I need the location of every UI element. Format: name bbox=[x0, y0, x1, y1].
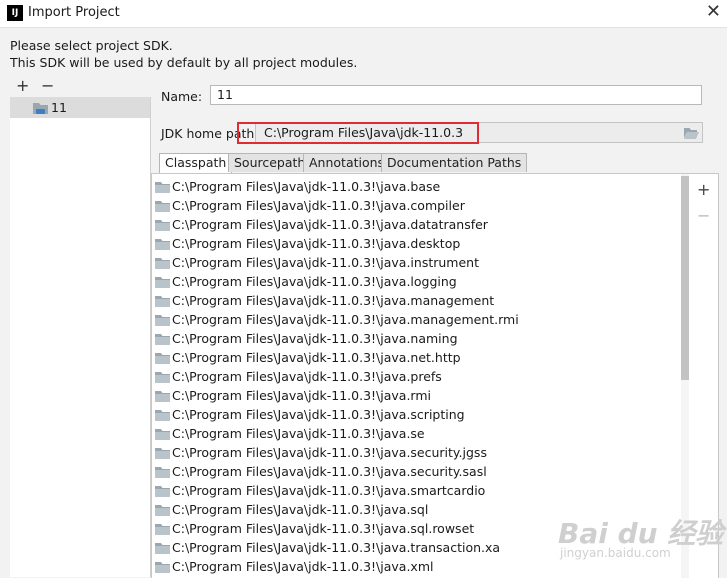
folder-icon bbox=[155, 315, 170, 326]
folder-icon bbox=[155, 220, 170, 231]
folder-icon bbox=[155, 334, 170, 345]
folder-icon bbox=[155, 505, 170, 516]
folder-icon bbox=[155, 524, 170, 535]
folder-icon bbox=[155, 277, 170, 288]
table-row[interactable]: C:\Program Files\Java\jdk-11.0.3!\java.d… bbox=[152, 215, 682, 234]
intro-text: Please select project SDK. This SDK will… bbox=[10, 37, 357, 71]
add-path-button[interactable]: + bbox=[697, 180, 710, 199]
path-label: C:\Program Files\Java\jdk-11.0.3!\java.r… bbox=[172, 388, 431, 403]
folder-icon bbox=[155, 543, 170, 554]
table-row[interactable]: C:\Program Files\Java\jdk-11.0.3!\java.n… bbox=[152, 348, 682, 367]
title-bar: IJ Import Project ✕ bbox=[0, 0, 727, 28]
path-label: C:\Program Files\Java\jdk-11.0.3!\java.n… bbox=[172, 331, 458, 346]
folder-icon bbox=[155, 448, 170, 459]
sdk-folder-icon bbox=[33, 103, 48, 114]
watermark-site: jingyan.baidu.com bbox=[560, 546, 671, 560]
folder-icon bbox=[155, 239, 170, 250]
intellij-logo-icon: IJ bbox=[7, 5, 23, 21]
path-label: C:\Program Files\Java\jdk-11.0.3!\java.m… bbox=[172, 293, 495, 308]
table-row[interactable]: C:\Program Files\Java\jdk-11.0.3!\java.b… bbox=[152, 177, 682, 196]
path-label: C:\Program Files\Java\jdk-11.0.3!\java.d… bbox=[172, 217, 488, 232]
folder-icon bbox=[155, 182, 170, 193]
intro-line-1: Please select project SDK. bbox=[10, 38, 173, 53]
path-label: C:\Program Files\Java\jdk-11.0.3!\java.b… bbox=[172, 179, 441, 194]
tab-classpath[interactable]: Classpath bbox=[159, 153, 233, 173]
table-row[interactable]: C:\Program Files\Java\jdk-11.0.3!\java.p… bbox=[152, 367, 682, 386]
path-label: C:\Program Files\Java\jdk-11.0.3!\java.m… bbox=[172, 312, 519, 327]
intro-line-2: This SDK will be used by default by all … bbox=[10, 55, 358, 70]
tab-annotations[interactable]: Annotations bbox=[303, 153, 391, 172]
folder-icon bbox=[155, 201, 170, 212]
path-label: C:\Program Files\Java\jdk-11.0.3!\java.l… bbox=[172, 274, 457, 289]
add-sdk-button[interactable]: + bbox=[16, 76, 29, 95]
folder-icon bbox=[155, 353, 170, 364]
remove-sdk-button[interactable]: − bbox=[41, 76, 54, 95]
folder-icon bbox=[155, 562, 170, 573]
path-label: C:\Program Files\Java\jdk-11.0.3!\java.t… bbox=[172, 540, 501, 555]
window-title: Import Project bbox=[28, 5, 120, 20]
path-label: C:\Program Files\Java\jdk-11.0.3!\java.c… bbox=[172, 198, 465, 213]
tab-documentation-paths[interactable]: Documentation Paths bbox=[381, 153, 528, 172]
highlight-box bbox=[237, 122, 479, 144]
path-label: C:\Program Files\Java\jdk-11.0.3!\java.s… bbox=[172, 426, 425, 441]
tab-sourcepath[interactable]: Sourcepath bbox=[228, 153, 312, 172]
name-label: Name: bbox=[161, 89, 203, 104]
folder-icon bbox=[155, 486, 170, 497]
path-label: C:\Program Files\Java\jdk-11.0.3!\java.s… bbox=[172, 483, 486, 498]
table-row[interactable]: C:\Program Files\Java\jdk-11.0.3!\java.m… bbox=[152, 291, 682, 310]
table-row[interactable]: C:\Program Files\Java\jdk-11.0.3!\java.i… bbox=[152, 253, 682, 272]
path-label: C:\Program Files\Java\jdk-11.0.3!\java.s… bbox=[172, 464, 487, 479]
table-row[interactable]: C:\Program Files\Java\jdk-11.0.3!\java.s… bbox=[152, 443, 682, 462]
table-row[interactable]: C:\Program Files\Java\jdk-11.0.3!\java.s… bbox=[152, 405, 682, 424]
sdk-list: 11 bbox=[10, 97, 151, 577]
folder-open-icon[interactable] bbox=[684, 127, 699, 139]
table-row[interactable]: C:\Program Files\Java\jdk-11.0.3!\java.s… bbox=[152, 462, 682, 481]
close-button[interactable]: ✕ bbox=[706, 1, 721, 22]
folder-icon bbox=[155, 258, 170, 269]
folder-icon bbox=[155, 467, 170, 478]
table-row[interactable]: C:\Program Files\Java\jdk-11.0.3!\java.d… bbox=[152, 234, 682, 253]
table-row[interactable]: C:\Program Files\Java\jdk-11.0.3!\java.n… bbox=[152, 329, 682, 348]
path-label: C:\Program Files\Java\jdk-11.0.3!\java.s… bbox=[172, 502, 429, 517]
table-row[interactable]: C:\Program Files\Java\jdk-11.0.3!\java.s… bbox=[152, 424, 682, 443]
path-label: C:\Program Files\Java\jdk-11.0.3!\java.x… bbox=[172, 559, 434, 574]
path-label: C:\Program Files\Java\jdk-11.0.3!\java.s… bbox=[172, 445, 487, 460]
remove-path-button[interactable]: − bbox=[697, 206, 710, 225]
sdk-item-label: 11 bbox=[51, 100, 67, 115]
folder-icon bbox=[155, 391, 170, 402]
path-label: C:\Program Files\Java\jdk-11.0.3!\java.i… bbox=[172, 255, 479, 270]
table-row[interactable]: C:\Program Files\Java\jdk-11.0.3!\java.s… bbox=[152, 481, 682, 500]
table-row[interactable]: C:\Program Files\Java\jdk-11.0.3!\java.m… bbox=[152, 310, 682, 329]
path-label: C:\Program Files\Java\jdk-11.0.3!\java.p… bbox=[172, 369, 442, 384]
sdk-list-item[interactable]: 11 bbox=[10, 97, 150, 118]
folder-icon bbox=[155, 372, 170, 383]
path-label: C:\Program Files\Java\jdk-11.0.3!\java.d… bbox=[172, 236, 461, 251]
folder-icon bbox=[155, 296, 170, 307]
folder-icon bbox=[155, 429, 170, 440]
name-input[interactable]: 11 bbox=[210, 85, 702, 105]
scrollbar-thumb[interactable] bbox=[681, 176, 689, 380]
table-row[interactable]: C:\Program Files\Java\jdk-11.0.3!\java.l… bbox=[152, 272, 682, 291]
path-label: C:\Program Files\Java\jdk-11.0.3!\java.s… bbox=[172, 521, 475, 536]
path-label: C:\Program Files\Java\jdk-11.0.3!\java.n… bbox=[172, 350, 461, 365]
path-label: C:\Program Files\Java\jdk-11.0.3!\java.s… bbox=[172, 407, 465, 422]
table-row[interactable]: C:\Program Files\Java\jdk-11.0.3!\java.c… bbox=[152, 196, 682, 215]
folder-icon bbox=[155, 410, 170, 421]
table-row[interactable]: C:\Program Files\Java\jdk-11.0.3!\java.r… bbox=[152, 386, 682, 405]
